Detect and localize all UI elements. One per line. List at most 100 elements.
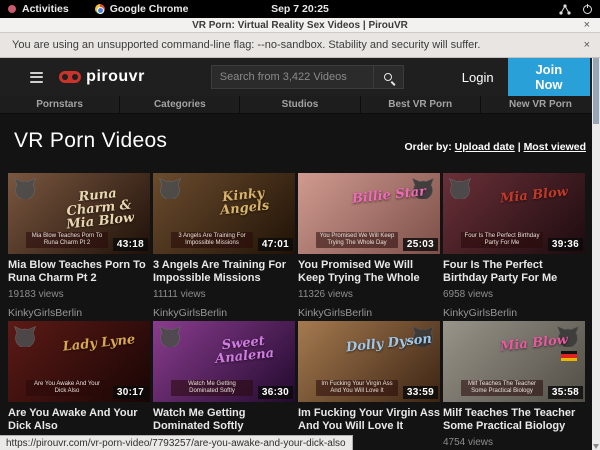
video-thumbnail[interactable]: Mia Blow Milf Teaches The Teacher Some P… xyxy=(443,321,585,402)
studio-link[interactable]: KinkyGirlsBerlin xyxy=(8,307,150,319)
browser-tab-bar: VR Porn: Virtual Reality Sex Videos | Pi… xyxy=(0,18,600,33)
video-card[interactable]: Dolly Dyson Im Fucking Your Virgin Ass A… xyxy=(298,321,440,450)
clock[interactable]: Sep 7 20:25 xyxy=(0,3,600,15)
join-now-button[interactable]: Join Now xyxy=(508,56,590,98)
warning-bar: You are using an unsupported command-lin… xyxy=(0,33,600,58)
status-url-bar: https://pirouvr.com/vr-porn-video/779325… xyxy=(0,435,353,450)
order-most-viewed-link[interactable]: Most viewed xyxy=(524,141,586,153)
video-thumbnail[interactable]: Sweet Analena Watch Me Getting Dominated… xyxy=(153,321,295,402)
video-views: 11111 views xyxy=(153,289,295,300)
thumbnail-performer-text: Sweet Analena xyxy=(198,332,290,367)
video-thumbnail[interactable]: Billie Star You Promised We Will Keep Tr… xyxy=(298,173,440,254)
studio-link[interactable]: KinkyGirlsBerlin xyxy=(443,307,585,319)
duration-badge: 36:30 xyxy=(258,386,293,399)
video-thumbnail[interactable]: Dolly Dyson Im Fucking Your Virgin Ass A… xyxy=(298,321,440,402)
video-card[interactable]: Mia Blow Milf Teaches The Teacher Some P… xyxy=(443,321,585,450)
video-thumbnail[interactable]: Kinky Angels 3 Angels Are Training For I… xyxy=(153,173,295,254)
duration-badge: 30:17 xyxy=(113,386,148,399)
logo-text: pirouvr xyxy=(86,68,145,86)
studio-link[interactable]: KinkyGirlsBerlin xyxy=(153,307,295,319)
studio-cat-logo-icon xyxy=(448,177,472,199)
video-thumbnail[interactable]: Mia Blow Four Is The Perfect Birthday Pa… xyxy=(443,173,585,254)
scrollbar-thumb[interactable] xyxy=(593,58,599,124)
order-upload-date-link[interactable]: Upload date xyxy=(455,141,515,153)
video-card[interactable]: Sweet Analena Watch Me Getting Dominated… xyxy=(153,321,295,450)
thumbnail-performer-text: Lady Lyne xyxy=(54,332,145,354)
thumbnail-performer-text: Mia Blow xyxy=(489,184,580,206)
thumbnail-caption: Four Is The Perfect Birthday Party For M… xyxy=(461,232,543,248)
video-title-link[interactable]: Milf Teaches The Teacher Some Practical … xyxy=(443,407,585,433)
studio-cat-logo-icon xyxy=(158,325,182,347)
site-header: pirouvr Login Join Now xyxy=(0,58,600,96)
warning-text: You are using an unsupported command-lin… xyxy=(12,39,480,51)
order-by: Order by: Upload date | Most viewed xyxy=(404,141,586,153)
duration-badge: 43:18 xyxy=(113,238,148,251)
thumbnail-caption: Watch Me Getting Dominated Softly xyxy=(171,380,253,396)
nav-categories[interactable]: Categories xyxy=(120,96,240,113)
power-icon[interactable] xyxy=(583,5,592,14)
duration-badge: 33:59 xyxy=(403,386,438,399)
video-views: 19183 views xyxy=(8,289,150,300)
video-card[interactable]: Billie Star You Promised We Will Keep Tr… xyxy=(298,173,440,318)
video-title-link[interactable]: Watch Me Getting Dominated Softly xyxy=(153,407,295,433)
login-link[interactable]: Login xyxy=(462,70,494,85)
site-logo[interactable]: pirouvr xyxy=(59,68,145,86)
video-views: 11326 views xyxy=(298,289,440,300)
nav-best-vr-porn[interactable]: Best VR Porn xyxy=(361,96,481,113)
thumbnail-caption: Milf Teaches The Teacher Some Practical … xyxy=(461,380,543,396)
studio-cat-logo-icon xyxy=(13,177,37,199)
warning-close-icon[interactable]: × xyxy=(584,39,590,51)
video-title-link[interactable]: Four Is The Perfect Birthday Party For M… xyxy=(443,259,585,285)
scrollbar[interactable] xyxy=(592,58,600,450)
duration-badge: 35:58 xyxy=(548,386,583,399)
studio-cat-logo-icon xyxy=(158,177,182,199)
system-bar: Activities Google Chrome Sep 7 20:25 xyxy=(0,0,600,18)
video-thumbnail[interactable]: Lady Lyne Are You Awake And Your Dick Al… xyxy=(8,321,150,402)
studio-cat-logo-icon xyxy=(13,325,37,347)
video-card[interactable]: Kinky Angels 3 Angels Are Training For I… xyxy=(153,173,295,318)
thumbnail-performer-text: Runa Charm & Mia Blow xyxy=(52,184,146,232)
search-input[interactable] xyxy=(211,65,374,89)
tab-title[interactable]: VR Porn: Virtual Reality Sex Videos | Pi… xyxy=(192,20,408,31)
thumbnail-caption: Im Fucking Your Virgin Ass And You Will … xyxy=(316,380,398,396)
search-button[interactable] xyxy=(374,65,404,89)
video-title-link[interactable]: Im Fucking Your Virgin Ass And You Will … xyxy=(298,407,440,433)
thumbnail-caption: 3 Angels Are Training For Impossible Mis… xyxy=(171,232,253,248)
video-grid: Runa Charm & Mia Blow Mia Blow Teaches P… xyxy=(8,173,592,450)
activities-button[interactable]: Activities xyxy=(22,3,69,15)
nav-studios[interactable]: Studios xyxy=(240,96,360,113)
video-card[interactable]: Lady Lyne Are You Awake And Your Dick Al… xyxy=(8,321,150,450)
vr-goggles-icon xyxy=(59,71,81,83)
video-thumbnail[interactable]: Runa Charm & Mia Blow Mia Blow Teaches P… xyxy=(8,173,150,254)
video-views: 4754 views xyxy=(443,437,585,448)
order-separator: | xyxy=(518,141,521,153)
thumbnail-caption: Mia Blow Teaches Porn To Runa Charm Pt 2 xyxy=(26,232,108,248)
studio-link[interactable]: KinkyGirlsBerlin xyxy=(298,307,440,319)
video-card[interactable]: Runa Charm & Mia Blow Mia Blow Teaches P… xyxy=(8,173,150,318)
screen: Activities Google Chrome Sep 7 20:25 VR … xyxy=(0,0,600,450)
duration-badge: 47:01 xyxy=(258,238,293,251)
scrollbar-down-arrow-icon[interactable] xyxy=(593,444,599,449)
video-title-link[interactable]: You Promised We Will Keep Trying The Who… xyxy=(298,259,440,285)
video-card[interactable]: Mia Blow Four Is The Perfect Birthday Pa… xyxy=(443,173,585,318)
duration-badge: 39:36 xyxy=(548,238,583,251)
main-nav: Pornstars Categories Studios Best VR Por… xyxy=(0,96,600,114)
video-title-link[interactable]: Mia Blow Teaches Porn To Runa Charm Pt 2 xyxy=(8,259,150,285)
tab-close-icon[interactable]: × xyxy=(584,19,590,31)
german-flag-icon xyxy=(561,351,577,361)
network-icon[interactable] xyxy=(559,4,571,15)
recording-dot-icon xyxy=(8,5,16,13)
chrome-icon xyxy=(95,4,105,14)
search-form xyxy=(211,65,404,89)
app-menu-button[interactable]: Google Chrome xyxy=(110,3,189,15)
thumbnail-performer-text: Kinky Angels xyxy=(198,184,290,219)
page-title: VR Porn Videos xyxy=(14,129,167,153)
video-views: 6958 views xyxy=(443,289,585,300)
nav-new-vr-porn[interactable]: New VR Porn xyxy=(481,96,600,113)
video-title-link[interactable]: 3 Angels Are Training For Impossible Mis… xyxy=(153,259,295,285)
video-title-link[interactable]: Are You Awake And Your Dick Also xyxy=(8,407,150,433)
thumbnail-caption: Are You Awake And Your Dick Also xyxy=(26,380,108,396)
nav-pornstars[interactable]: Pornstars xyxy=(0,96,120,113)
menu-icon[interactable] xyxy=(30,72,43,83)
thumbnail-performer-text: Dolly Dyson xyxy=(344,332,435,354)
